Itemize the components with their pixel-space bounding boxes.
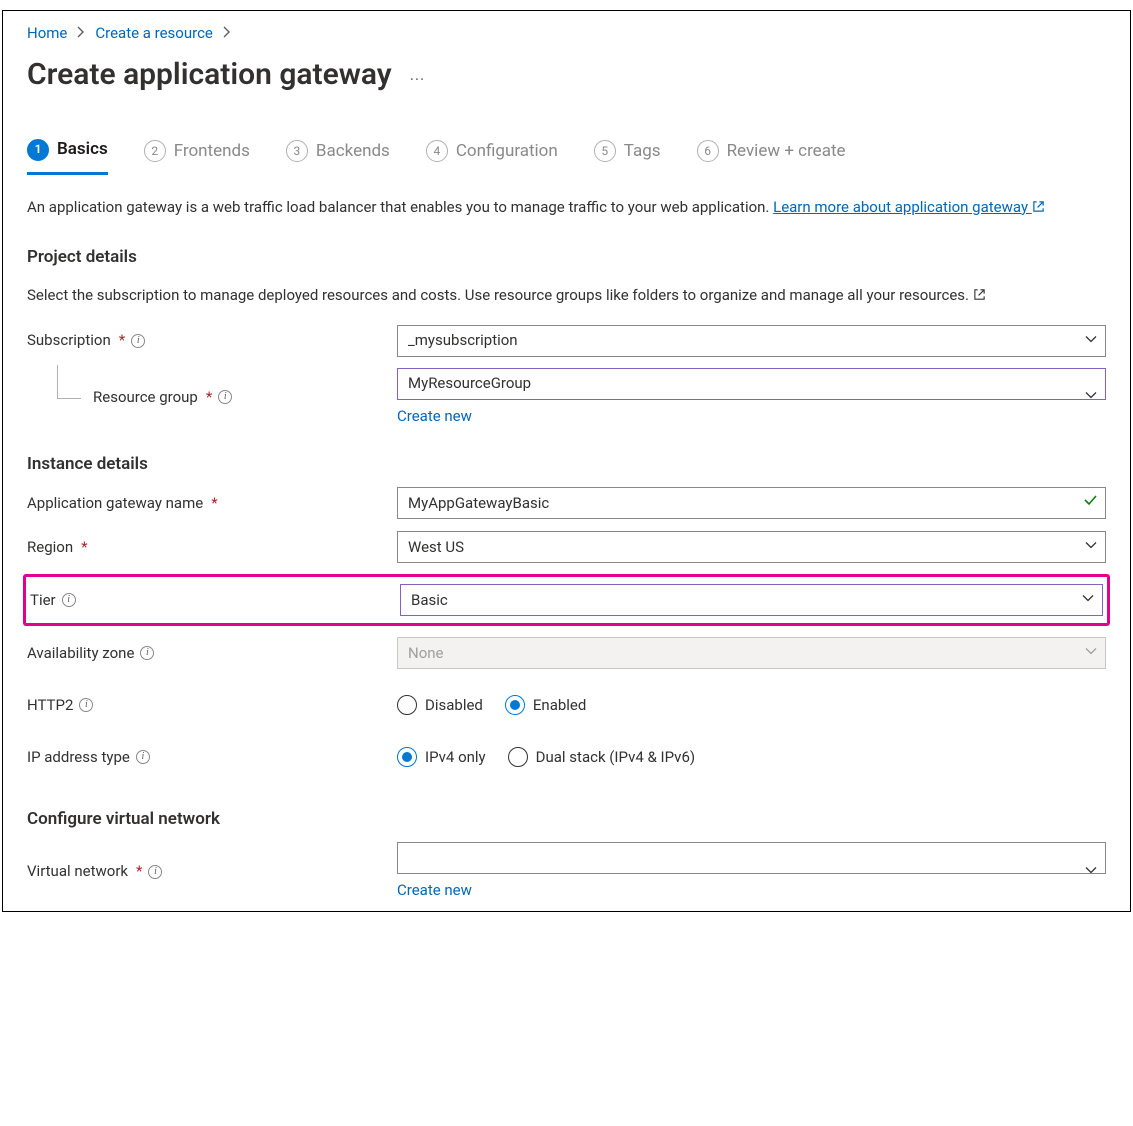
resource-group-select[interactable]: MyResourceGroup bbox=[397, 368, 1106, 400]
create-new-vnet-link[interactable]: Create new bbox=[397, 880, 472, 901]
region-select[interactable]: West US bbox=[397, 531, 1106, 563]
app-gateway-name-input[interactable]: MyAppGatewayBasic bbox=[397, 487, 1106, 519]
info-icon[interactable] bbox=[136, 750, 150, 764]
tab-frontends[interactable]: 2 Frontends bbox=[144, 138, 250, 175]
chevron-down-icon bbox=[1084, 330, 1098, 351]
breadcrumb: Home Create a resource bbox=[27, 23, 1106, 44]
wizard-tabs: 1 Basics 2 Frontends 3 Backends 4 Config… bbox=[27, 138, 1106, 175]
required-indicator: * bbox=[119, 330, 125, 351]
section-heading-instance: Instance details bbox=[27, 453, 1106, 477]
virtual-network-label: Virtual network bbox=[27, 861, 128, 882]
ipv4-only-radio[interactable]: IPv4 only bbox=[397, 747, 486, 768]
radio-label: Enabled bbox=[533, 695, 586, 716]
tab-tags[interactable]: 5 Tags bbox=[594, 138, 661, 175]
tier-label: Tier bbox=[30, 590, 56, 611]
chevron-right-icon bbox=[75, 23, 87, 44]
tab-label: Backends bbox=[316, 140, 390, 164]
step-number: 1 bbox=[27, 139, 49, 161]
chevron-down-icon bbox=[1084, 643, 1098, 664]
chevron-down-icon bbox=[1084, 537, 1098, 558]
availability-zone-select: None bbox=[397, 637, 1106, 669]
tab-label: Basics bbox=[57, 138, 108, 162]
tree-connector bbox=[57, 365, 81, 399]
tier-highlight: Tier Basic bbox=[23, 574, 1110, 626]
tab-review-create[interactable]: 6 Review + create bbox=[697, 138, 846, 175]
step-number: 6 bbox=[697, 140, 719, 162]
radio-label: IPv4 only bbox=[425, 747, 486, 768]
tier-select[interactable]: Basic bbox=[400, 584, 1103, 616]
required-indicator: * bbox=[136, 861, 142, 882]
section-heading-project: Project details bbox=[27, 246, 1106, 270]
learn-more-link[interactable]: Learn more about application gateway bbox=[773, 198, 1045, 216]
tab-label: Review + create bbox=[727, 140, 846, 164]
app-gateway-name-label: Application gateway name bbox=[27, 493, 203, 514]
http2-enabled-radio[interactable]: Enabled bbox=[505, 695, 586, 716]
virtual-network-select[interactable] bbox=[397, 842, 1106, 874]
tab-label: Tags bbox=[624, 140, 661, 164]
resource-group-label: Resource group bbox=[93, 387, 198, 408]
intro-text: An application gateway is a web traffic … bbox=[27, 197, 1106, 218]
tab-basics[interactable]: 1 Basics bbox=[27, 138, 108, 175]
step-number: 2 bbox=[144, 140, 166, 162]
tab-backends[interactable]: 3 Backends bbox=[286, 138, 390, 175]
chevron-down-icon bbox=[1084, 861, 1098, 882]
required-indicator: * bbox=[81, 537, 87, 558]
subscription-select[interactable]: _mysubscription bbox=[397, 325, 1106, 357]
info-icon[interactable] bbox=[131, 334, 145, 348]
step-number: 3 bbox=[286, 140, 308, 162]
chevron-down-icon bbox=[1084, 387, 1098, 408]
subscription-label: Subscription bbox=[27, 330, 111, 351]
tab-configuration[interactable]: 4 Configuration bbox=[426, 138, 558, 175]
info-icon[interactable] bbox=[148, 865, 162, 879]
breadcrumb-create-resource[interactable]: Create a resource bbox=[95, 23, 213, 44]
section-desc-project: Select the subscription to manage deploy… bbox=[27, 285, 1106, 306]
section-heading-vnet: Configure virtual network bbox=[27, 808, 1106, 832]
more-actions-button[interactable]: ··· bbox=[410, 55, 426, 91]
info-icon[interactable] bbox=[140, 646, 154, 660]
availability-zone-label: Availability zone bbox=[27, 643, 134, 664]
radio-label: Dual stack (IPv4 & IPv6) bbox=[536, 747, 695, 768]
external-link-icon bbox=[1032, 198, 1045, 216]
step-number: 4 bbox=[426, 140, 448, 162]
http2-disabled-radio[interactable]: Disabled bbox=[397, 695, 483, 716]
radio-label: Disabled bbox=[425, 695, 483, 716]
dual-stack-radio[interactable]: Dual stack (IPv4 & IPv6) bbox=[508, 747, 695, 768]
chevron-down-icon bbox=[1081, 590, 1095, 611]
chevron-right-icon bbox=[221, 23, 233, 44]
info-icon[interactable] bbox=[62, 593, 76, 607]
tab-label: Configuration bbox=[456, 140, 558, 164]
page-title: Create application gateway bbox=[27, 54, 392, 96]
external-link-icon bbox=[973, 286, 986, 304]
checkmark-icon bbox=[1082, 492, 1098, 514]
breadcrumb-home[interactable]: Home bbox=[27, 23, 67, 44]
http2-label: HTTP2 bbox=[27, 695, 73, 716]
region-label: Region bbox=[27, 537, 73, 558]
info-icon[interactable] bbox=[218, 390, 232, 404]
info-icon[interactable] bbox=[79, 698, 93, 712]
create-new-rg-link[interactable]: Create new bbox=[397, 406, 472, 427]
required-indicator: * bbox=[206, 387, 212, 408]
step-number: 5 bbox=[594, 140, 616, 162]
ip-address-type-label: IP address type bbox=[27, 747, 130, 768]
required-indicator: * bbox=[211, 493, 217, 514]
tab-label: Frontends bbox=[174, 140, 250, 164]
